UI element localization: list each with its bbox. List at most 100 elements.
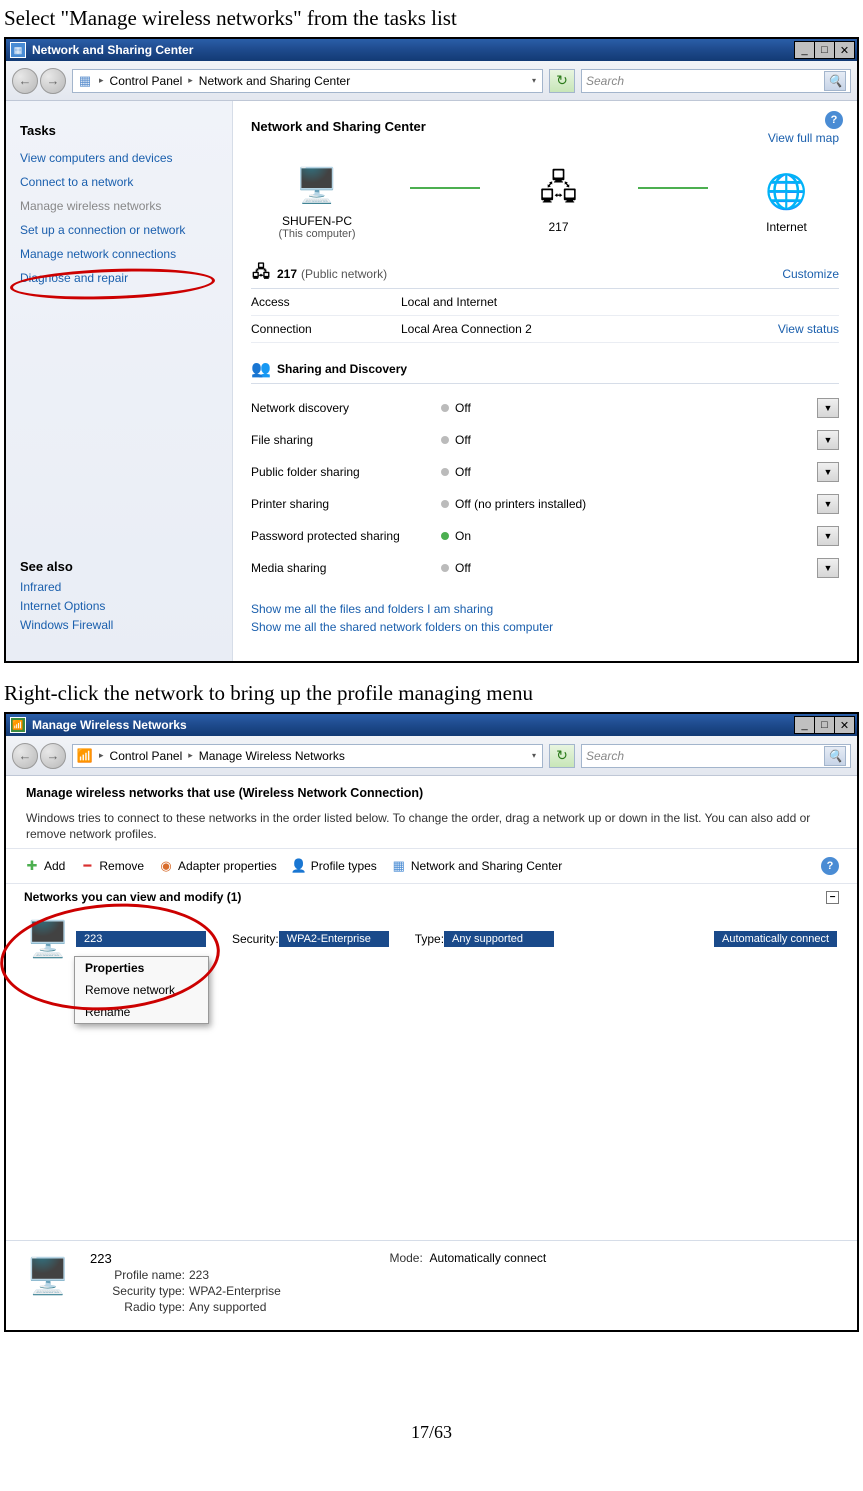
refresh-button[interactable]: ↻: [549, 744, 575, 768]
expand-button[interactable]: ▼: [817, 494, 839, 514]
type-label: Type:: [415, 932, 444, 946]
map-node1-label: SHUFEN-PC: [278, 214, 355, 228]
task-view-computers[interactable]: View computers and devices: [20, 151, 218, 165]
status-dot-icon: [441, 468, 449, 476]
see-also-internet-options[interactable]: Internet Options: [20, 599, 218, 613]
add-button[interactable]: ✚ Add: [24, 858, 65, 874]
address-bar[interactable]: 📶 ▸ Control Panel ▸ Manage Wireless Netw…: [72, 744, 543, 768]
breadcrumb-control-panel[interactable]: Control Panel: [110, 74, 183, 88]
view-status-link[interactable]: View status: [778, 322, 839, 336]
add-label: Add: [44, 859, 65, 873]
search-input[interactable]: Search 🔍: [581, 744, 851, 768]
sd-k: Printer sharing: [251, 497, 441, 511]
minimize-button[interactable]: _: [794, 716, 815, 734]
signal-icon: 📶: [77, 748, 93, 764]
chevron-down-icon[interactable]: ▾: [532, 751, 538, 760]
network-item-icon: 🖥️: [20, 914, 76, 964]
window1-navbar: ← → ▦ ▸ Control Panel ▸ Network and Shar…: [6, 61, 857, 101]
profile-icon: 👤: [291, 858, 307, 874]
task-manage-wireless[interactable]: Manage wireless networks: [20, 199, 218, 213]
footlink-files-sharing[interactable]: Show me all the files and folders I am s…: [251, 602, 839, 616]
help-icon[interactable]: ?: [821, 857, 839, 875]
security-label: Security:: [232, 932, 279, 946]
instruction-text-2: Right-click the network to bring up the …: [4, 681, 859, 706]
tasks-pane: Tasks View computers and devices Connect…: [6, 101, 233, 661]
sd-k: Network discovery: [251, 401, 441, 415]
mode-label: Mode:: [375, 1251, 423, 1265]
maximize-button[interactable]: □: [814, 716, 835, 734]
window-manage-wireless: 📶 Manage Wireless Networks _ □ ✕ ← → 📶 ▸…: [4, 712, 859, 1332]
sd-row-file-sharing: File sharing Off ▼: [251, 424, 839, 456]
back-button[interactable]: ←: [12, 743, 38, 769]
profile-types-button[interactable]: 👤 Profile types: [291, 858, 377, 874]
network-map: 🖥️ SHUFEN-PC (This computer) 🖧 217 🌐 Int…: [251, 164, 839, 240]
context-remove[interactable]: Remove network: [75, 979, 208, 1001]
sharing-center-button[interactable]: ▦ Network and Sharing Center: [391, 858, 562, 874]
remove-label: Remove: [99, 859, 144, 873]
adapter-properties-button[interactable]: ◉ Adapter properties: [158, 858, 277, 874]
view-full-map-link[interactable]: View full map: [768, 131, 839, 145]
context-rename[interactable]: Rename: [75, 1001, 208, 1023]
map-link-2: [638, 187, 708, 189]
task-manage-connections[interactable]: Manage network connections: [20, 247, 218, 261]
back-button[interactable]: ←: [12, 68, 38, 94]
footlink-shared-folders[interactable]: Show me all the shared network folders o…: [251, 620, 839, 634]
security-type-value: WPA2-Enterprise: [189, 1284, 281, 1298]
forward-button[interactable]: →: [40, 68, 66, 94]
window-network-sharing: ▦ Network and Sharing Center _ □ ✕ ← → ▦…: [4, 37, 859, 663]
context-properties[interactable]: Properties: [75, 957, 208, 979]
search-icon[interactable]: 🔍: [824, 746, 846, 766]
access-value: Local and Internet: [401, 295, 839, 309]
security-chip: WPA2-Enterprise: [279, 931, 389, 947]
maximize-button[interactable]: □: [814, 41, 835, 59]
access-row: Access Local and Internet: [251, 289, 839, 316]
close-button[interactable]: ✕: [834, 716, 855, 734]
collapse-button[interactable]: −: [826, 891, 839, 904]
status-dot-icon: [441, 436, 449, 444]
profile-name-label: Profile name:: [90, 1268, 185, 1282]
app-icon: ▦: [10, 42, 26, 58]
computer-icon: 🖥️: [292, 164, 342, 208]
sd-v: On: [455, 529, 471, 543]
window1-buttons: _ □ ✕: [795, 41, 855, 59]
help-icon[interactable]: ?: [825, 111, 843, 129]
expand-button[interactable]: ▼: [817, 526, 839, 546]
control-panel-icon: ▦: [77, 73, 93, 89]
status-dot-icon: [441, 564, 449, 572]
sd-k: Media sharing: [251, 561, 441, 575]
adapter-label: Adapter properties: [178, 859, 277, 873]
search-input[interactable]: Search 🔍: [581, 69, 851, 93]
address-bar[interactable]: ▦ ▸ Control Panel ▸ Network and Sharing …: [72, 69, 543, 93]
chevron-down-icon[interactable]: ▾: [532, 76, 538, 85]
breadcrumb-current[interactable]: Manage Wireless Networks: [199, 749, 345, 763]
sd-row-network-discovery: Network discovery Off ▼: [251, 392, 839, 424]
search-icon[interactable]: 🔍: [824, 71, 846, 91]
mode-value: Automatically connect: [429, 1251, 546, 1265]
sd-v: Off (no printers installed): [455, 497, 586, 511]
minus-icon: ━: [79, 858, 95, 874]
map-node-router: 🖧 217: [534, 170, 584, 234]
task-connect-network[interactable]: Connect to a network: [20, 175, 218, 189]
expand-button[interactable]: ▼: [817, 462, 839, 482]
expand-button[interactable]: ▼: [817, 558, 839, 578]
minimize-button[interactable]: _: [794, 41, 815, 59]
expand-button[interactable]: ▼: [817, 430, 839, 450]
expand-button[interactable]: ▼: [817, 398, 839, 418]
type-chip: Any supported: [444, 931, 554, 947]
breadcrumb-control-panel[interactable]: Control Panel: [110, 749, 183, 763]
sd-row-printer-sharing: Printer sharing Off (no printers install…: [251, 488, 839, 520]
see-also-infrared[interactable]: Infrared: [20, 580, 218, 594]
auto-connect-chip: Automatically connect: [714, 931, 837, 947]
networks-heading-text: Networks you can view and modify (1): [24, 890, 241, 904]
remove-button[interactable]: ━ Remove: [79, 858, 144, 874]
task-diagnose-repair[interactable]: Diagnose and repair: [20, 271, 218, 285]
breadcrumb-current[interactable]: Network and Sharing Center: [199, 74, 350, 88]
close-button[interactable]: ✕: [834, 41, 855, 59]
forward-button[interactable]: →: [40, 743, 66, 769]
sd-header: 👥 Sharing and Discovery: [251, 355, 839, 384]
customize-link[interactable]: Customize: [782, 267, 839, 281]
task-setup-connection[interactable]: Set up a connection or network: [20, 223, 218, 237]
network-icon: ▦: [391, 858, 407, 874]
refresh-button[interactable]: ↻: [549, 69, 575, 93]
see-also-windows-firewall[interactable]: Windows Firewall: [20, 618, 218, 632]
